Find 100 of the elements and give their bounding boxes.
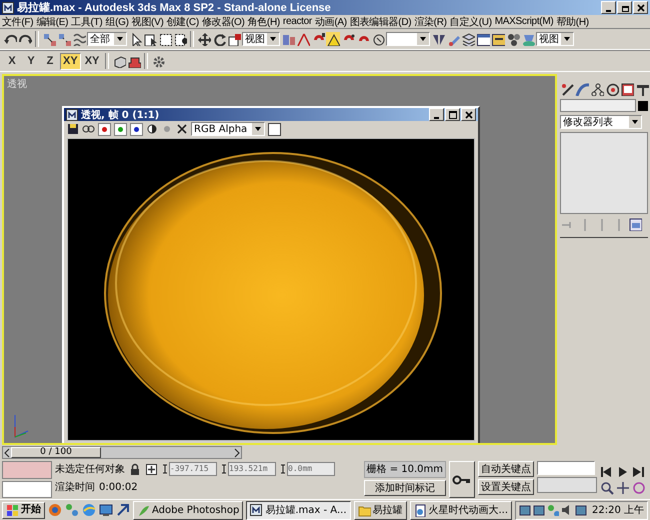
color-swatch[interactable] bbox=[268, 122, 281, 136]
close-button[interactable] bbox=[633, 1, 648, 14]
object-name-field[interactable] bbox=[560, 99, 636, 112]
axis-constraint-button[interactable]: Y bbox=[22, 52, 40, 70]
restore-button[interactable] bbox=[617, 1, 632, 14]
time-slider-thumb[interactable]: 0 / 100 bbox=[11, 447, 101, 458]
angle-snap-icon[interactable] bbox=[326, 32, 340, 46]
menu-item[interactable]: 修改器(O) bbox=[202, 14, 245, 28]
lock-icon[interactable] bbox=[129, 463, 141, 475]
render-preset-dropdown[interactable]: 视图 bbox=[536, 32, 574, 46]
scale-icon[interactable] bbox=[227, 32, 241, 46]
absolute-mode-icon[interactable] bbox=[145, 462, 158, 476]
taskbar-button[interactable]: 易拉罐.max - A... bbox=[246, 500, 350, 520]
viewport[interactable]: 透视 透视, 帧 0 (1:1) RGB Alpha bbox=[2, 74, 557, 445]
key-selection-dropdown[interactable] bbox=[537, 461, 595, 475]
box-icon[interactable] bbox=[112, 54, 126, 68]
selection-status: 未选定任何对象 bbox=[55, 462, 125, 476]
undo-icon[interactable] bbox=[3, 32, 17, 46]
menu-item[interactable]: 编辑(E) bbox=[36, 14, 68, 28]
desktop-icon[interactable] bbox=[99, 503, 113, 517]
taskbar-button[interactable]: 火星时代动画大... bbox=[410, 500, 512, 520]
caret-icon[interactable] bbox=[254, 125, 262, 133]
axis-constraint-button[interactable]: XY bbox=[60, 52, 81, 70]
mirror-icon[interactable] bbox=[431, 32, 445, 46]
hierarchy-icon[interactable] bbox=[590, 82, 604, 96]
window-title: 易拉罐.max - Autodesk 3ds Max 8 SP2 - Stand-alone License bbox=[17, 1, 331, 15]
clone-icon[interactable] bbox=[82, 123, 95, 135]
object-color-swatch[interactable] bbox=[638, 100, 648, 110]
menu-item[interactable]: 文件(F) bbox=[2, 14, 34, 28]
menu-item[interactable]: 动画(A) bbox=[314, 14, 347, 28]
rotate-icon[interactable] bbox=[212, 32, 226, 46]
set-key-button[interactable]: 设置关键点 bbox=[478, 479, 534, 495]
clock: 22:20 上午 bbox=[592, 504, 644, 517]
menu-item[interactable]: 角色(H) bbox=[248, 14, 280, 28]
axis-constraint-button[interactable]: XY bbox=[82, 52, 102, 70]
maxscript-listener-field[interactable] bbox=[2, 461, 52, 478]
mono-icon[interactable] bbox=[146, 123, 158, 135]
caret-icon[interactable] bbox=[116, 35, 124, 43]
axis-constraint-button[interactable]: X bbox=[3, 52, 21, 70]
key-icon[interactable] bbox=[452, 472, 472, 486]
auto-key-button[interactable]: 自动关键点 bbox=[478, 461, 534, 477]
channel-toggle-button[interactable] bbox=[130, 122, 143, 136]
close-icon[interactable] bbox=[636, 2, 646, 12]
next-frame-icon[interactable] bbox=[632, 464, 646, 478]
selection-filter-dropdown[interactable]: 全部 bbox=[87, 32, 127, 46]
close-button[interactable] bbox=[461, 108, 476, 121]
channel-toggle-button[interactable] bbox=[98, 122, 111, 136]
channel-display-dropdown[interactable]: RGB Alpha bbox=[191, 122, 265, 136]
close-icon[interactable] bbox=[464, 110, 474, 120]
menu-item[interactable]: reactor bbox=[282, 16, 312, 27]
redo-icon[interactable] bbox=[18, 32, 32, 46]
caret-icon[interactable] bbox=[269, 35, 277, 43]
y-coordinate-field[interactable]: 193.521m bbox=[228, 462, 276, 476]
channel-toggle-button[interactable] bbox=[114, 122, 127, 136]
motion-icon[interactable] bbox=[605, 82, 619, 96]
prev-frame-icon[interactable] bbox=[600, 464, 614, 478]
z-coordinate-field[interactable]: 0.0mm bbox=[287, 462, 335, 476]
menu-item[interactable]: 工具(T) bbox=[71, 14, 102, 28]
crossing-icon[interactable] bbox=[173, 32, 187, 46]
start-button[interactable]: 开始 bbox=[2, 502, 45, 518]
caret-icon[interactable] bbox=[631, 118, 639, 126]
taskbar-button[interactable]: Adobe Photoshop bbox=[133, 500, 244, 520]
grid-size-label: 栅格 = 10.0mm bbox=[364, 461, 446, 478]
named-selection-field[interactable] bbox=[386, 32, 430, 46]
menu-item[interactable]: MAXScript(M) bbox=[494, 16, 554, 27]
region-icon[interactable] bbox=[158, 32, 172, 46]
move-icon[interactable] bbox=[197, 32, 211, 46]
max-logo-icon bbox=[66, 108, 78, 120]
maximize-icon[interactable] bbox=[448, 110, 458, 120]
menu-item[interactable]: 视图(V) bbox=[132, 14, 164, 28]
menu-item[interactable]: 图表编辑器(D) bbox=[350, 14, 412, 28]
dot-icon[interactable] bbox=[161, 123, 173, 135]
maximize-button[interactable] bbox=[445, 108, 460, 121]
modifier-list-dropdown[interactable]: 修改器列表 bbox=[560, 115, 642, 129]
taskbar-button[interactable]: 易拉罐 bbox=[354, 500, 406, 520]
select-by-name-icon[interactable] bbox=[143, 32, 157, 46]
minimize-button[interactable] bbox=[601, 1, 616, 14]
save-icon[interactable] bbox=[67, 123, 79, 135]
menu-item[interactable]: 渲染(R) bbox=[414, 14, 447, 28]
menu-item[interactable]: 创建(C) bbox=[166, 14, 199, 28]
clear-icon[interactable] bbox=[176, 123, 188, 135]
zoom-icon[interactable] bbox=[600, 480, 614, 494]
time-slider-track[interactable]: 0 / 100 bbox=[2, 446, 242, 459]
axis-constraint-button[interactable]: Z bbox=[41, 52, 59, 70]
layers-icon[interactable] bbox=[461, 32, 475, 46]
caret-icon[interactable] bbox=[563, 35, 571, 43]
gear-icon[interactable] bbox=[151, 54, 166, 68]
maxscript-input-field[interactable] bbox=[2, 480, 52, 498]
start-logo-icon bbox=[6, 504, 19, 516]
menu-item[interactable]: 组(G) bbox=[105, 14, 129, 28]
reference-coordinate-dropdown[interactable]: 视图 bbox=[242, 32, 280, 46]
menu-item[interactable]: 帮助(H) bbox=[556, 14, 589, 28]
caret-icon[interactable] bbox=[419, 35, 427, 43]
key-filter-field[interactable] bbox=[537, 477, 597, 493]
x-coordinate-field[interactable]: -397.715 bbox=[169, 462, 217, 476]
minimize-button[interactable] bbox=[429, 108, 444, 121]
add-time-tag-button[interactable]: 添加时间标记 bbox=[364, 480, 446, 496]
menu-item[interactable]: 自定义(U) bbox=[450, 14, 492, 28]
key-mode-button[interactable] bbox=[449, 461, 475, 498]
link-icon[interactable] bbox=[42, 32, 56, 46]
